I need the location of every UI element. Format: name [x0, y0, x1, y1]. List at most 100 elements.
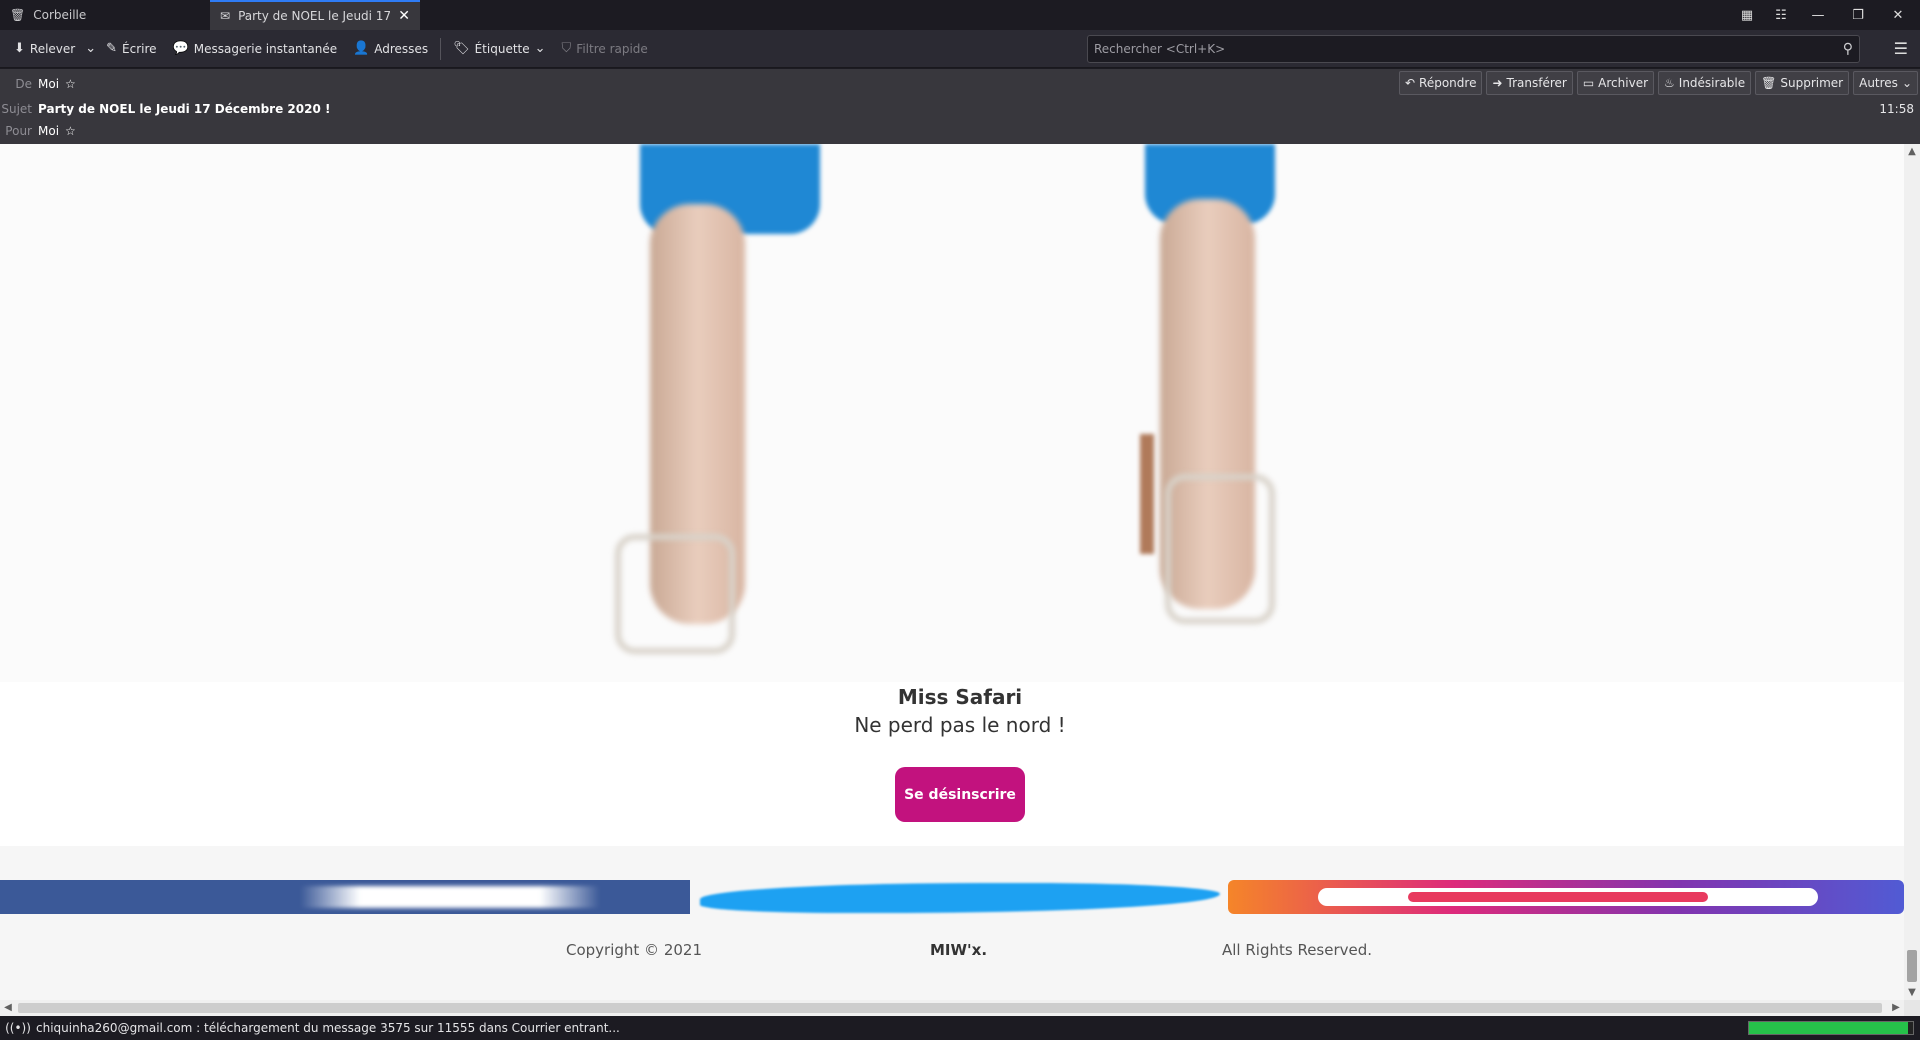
- vertical-scrollbar[interactable]: ▲ ▼: [1904, 144, 1920, 1000]
- heel: [1140, 434, 1154, 554]
- tab-bar: 🗑 Corbeille ✉ Party de NOEL le Jeudi 17 …: [0, 0, 1920, 30]
- tagline: Ne perd pas le nord !: [854, 713, 1066, 737]
- tag-label: Étiquette: [474, 41, 530, 56]
- from-row: De Moi ☆: [0, 77, 76, 91]
- get-messages-dropdown[interactable]: ⌄: [83, 35, 98, 63]
- close-tab-icon[interactable]: ✕: [398, 8, 410, 24]
- from-label: De: [15, 77, 32, 91]
- archive-button[interactable]: ▭ Archiver: [1576, 71, 1655, 95]
- scroll-up-arrow[interactable]: ▲: [1904, 146, 1920, 157]
- search-input[interactable]: Rechercher <Ctrl+K> ⚲: [1087, 35, 1860, 63]
- download-icon: ⬇: [14, 41, 25, 56]
- chevron-down-icon: ⌄: [85, 41, 97, 56]
- quick-filter-label: Filtre rapide: [576, 41, 648, 56]
- message-header: De Moi ☆ Sujet Party de NOEL le Jeudi 17…: [0, 69, 1920, 144]
- get-messages-label: Relever: [29, 41, 76, 56]
- tasks-icon[interactable]: ☷: [1766, 0, 1796, 30]
- forward-button[interactable]: ➜ Transférer: [1486, 71, 1573, 95]
- twitter-banner[interactable]: [700, 880, 1220, 914]
- trash-icon: 🗑: [10, 8, 26, 22]
- horizontal-scroll-thumb[interactable]: [18, 1003, 1882, 1013]
- pencil-icon: ✎: [106, 41, 118, 56]
- tab-label: Party de NOEL le Jeudi 17 Décembre 2020 …: [238, 9, 391, 23]
- scroll-down-arrow[interactable]: ▼: [1904, 987, 1920, 998]
- reply-icon: ↶: [1404, 76, 1416, 90]
- tag-icon: 🏷: [453, 41, 470, 56]
- shoe: [1165, 474, 1275, 624]
- rights-text: All Rights Reserved.: [1222, 941, 1373, 959]
- address-book-button[interactable]: 👤 Adresses: [345, 35, 436, 63]
- from-value[interactable]: Moi: [38, 77, 59, 91]
- more-label: Autres: [1859, 76, 1898, 90]
- subject-row: Sujet Party de NOEL le Jeudi 17 Décembre…: [0, 102, 330, 116]
- calendar-icon[interactable]: ▦: [1732, 0, 1762, 30]
- subject-value: Party de NOEL le Jeudi 17 Décembre 2020 …: [38, 102, 331, 116]
- facebook-icon: [300, 886, 600, 908]
- scrollbar-corner: [1904, 1000, 1920, 1016]
- vertical-scroll-thumb[interactable]: [1907, 950, 1917, 982]
- close-window-button[interactable]: ✕: [1880, 0, 1916, 30]
- tab-message[interactable]: ✉ Party de NOEL le Jeudi 17 Décembre 202…: [210, 0, 420, 30]
- search-placeholder: Rechercher <Ctrl+K>: [1094, 42, 1226, 56]
- archive-icon: ▭: [1582, 76, 1595, 90]
- instagram-banner[interactable]: [1228, 880, 1904, 914]
- message-time: 11:58: [1879, 102, 1914, 116]
- instagram-icon-inner: [1408, 892, 1708, 902]
- chat-label: Messagerie instantanée: [193, 41, 338, 56]
- more-button[interactable]: Autres ⌄: [1853, 71, 1918, 95]
- scroll-left-arrow[interactable]: ◀: [0, 1000, 16, 1016]
- tab-trash[interactable]: 🗑 Corbeille: [0, 0, 210, 30]
- message-body: Miss Safari Ne perd pas le nord ! Se dés…: [0, 144, 1904, 1000]
- delete-button[interactable]: 🗑 Supprimer: [1755, 71, 1850, 95]
- get-messages-button[interactable]: ⬇ Relever: [6, 35, 83, 63]
- to-row: Pour Moi ☆: [0, 124, 76, 138]
- address-book-icon: 👤: [353, 41, 370, 56]
- to-label: Pour: [5, 124, 32, 138]
- search-icon[interactable]: ⚲: [1843, 41, 1853, 57]
- progress-fill: [1749, 1022, 1909, 1034]
- chevron-down-icon: ⌄: [1901, 76, 1912, 90]
- facebook-banner[interactable]: [0, 880, 690, 914]
- email-footer: Copyright © 2021 MIW'x. All Rights Reser…: [0, 846, 1904, 1000]
- to-value[interactable]: Moi: [38, 124, 59, 138]
- twitter-icon: [700, 883, 1220, 913]
- message-actions: ↶ Répondre ➜ Transférer ▭ Archiver ♨ Indésir…: [1398, 71, 1918, 95]
- trash-icon: 🗑: [1761, 76, 1777, 90]
- write-label: Écrire: [122, 41, 157, 56]
- minimize-button[interactable]: —: [1800, 0, 1836, 30]
- star-icon[interactable]: ☆: [65, 124, 76, 138]
- toolbar-separator: [440, 37, 442, 60]
- reply-label: Répondre: [1419, 76, 1477, 90]
- write-button[interactable]: ✎ Écrire: [98, 35, 164, 63]
- restore-button[interactable]: ❐: [1840, 0, 1876, 30]
- scroll-right-arrow[interactable]: ▶: [1888, 1000, 1904, 1016]
- address-book-label: Adresses: [374, 41, 429, 56]
- online-status-icon[interactable]: ((•)): [0, 1021, 36, 1035]
- company-name: MIW'x.: [930, 941, 988, 959]
- copyright-text: Copyright © 2021: [566, 941, 703, 959]
- filter-icon: ⛉: [561, 41, 572, 56]
- forward-icon: ➜: [1492, 76, 1503, 90]
- brand-title: Miss Safari: [897, 685, 1023, 709]
- tag-button[interactable]: 🏷 Étiquette ⌄: [445, 35, 553, 63]
- horizontal-scrollbar[interactable]: ◀ ▶: [0, 1000, 1904, 1016]
- star-icon[interactable]: ☆: [65, 77, 76, 91]
- app-menu-icon[interactable]: ☰: [1894, 39, 1908, 58]
- hero-image: [0, 144, 1904, 682]
- chat-button[interactable]: 💬 Messagerie instantanée: [165, 35, 346, 63]
- chevron-down-icon: ⌄: [534, 41, 546, 56]
- status-bar: ((•)) chiquinha260@gmail.com : télécharg…: [0, 1016, 1920, 1040]
- flame-icon: ♨: [1664, 76, 1675, 90]
- delete-label: Supprimer: [1780, 76, 1844, 90]
- unsubscribe-button[interactable]: Se désinscrire: [895, 767, 1025, 822]
- forward-label: Transférer: [1506, 76, 1567, 90]
- status-message: chiquinha260@gmail.com : téléchargement …: [36, 1021, 620, 1035]
- quick-filter-button[interactable]: ⛉ Filtre rapide: [554, 35, 656, 63]
- junk-label: Indésirable: [1678, 76, 1746, 90]
- junk-button[interactable]: ♨ Indésirable: [1658, 71, 1752, 95]
- archive-label: Archiver: [1598, 76, 1649, 90]
- chat-icon: 💬: [172, 41, 189, 56]
- reply-button[interactable]: ↶ Répondre: [1398, 71, 1483, 95]
- mail-toolbar: ⬇ Relever ⌄ ✎ Écrire 💬 Messagerie instan…: [0, 30, 1920, 68]
- tab-label: Corbeille: [33, 8, 87, 22]
